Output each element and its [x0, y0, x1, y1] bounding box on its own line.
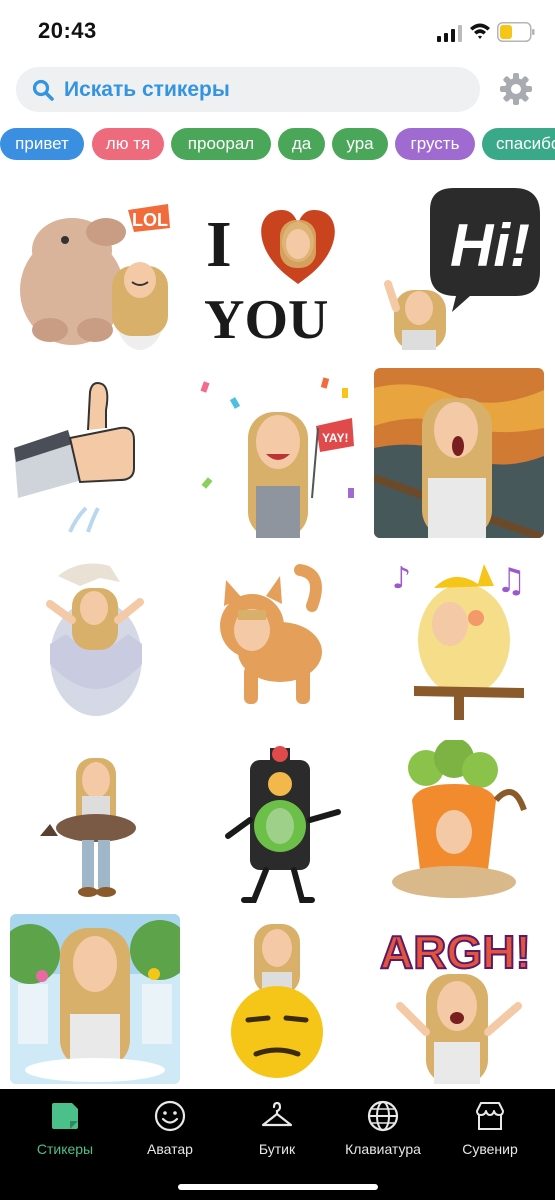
tab-label: Сувенир: [462, 1141, 518, 1157]
chip-ura[interactable]: ура: [332, 128, 388, 160]
hanger-icon: [261, 1101, 293, 1127]
smiley-icon: [154, 1100, 186, 1132]
chip-lyu-tya[interactable]: лю тя: [92, 128, 164, 160]
sticker-unamused-emoji[interactable]: [192, 914, 362, 1084]
tab-label: Аватар: [147, 1141, 193, 1157]
chip-spasibo[interactable]: спасибо: [482, 128, 555, 160]
sticker-icon: [52, 1103, 78, 1129]
sticker-traffic-light[interactable]: [192, 740, 362, 910]
svg-text:YAY!: YAY!: [322, 431, 348, 445]
shop-icon: [476, 1102, 504, 1130]
category-chips: привет лю тя проорал да ура грусть спаси…: [0, 128, 555, 162]
svg-text:LOL: LOL: [132, 210, 168, 230]
tab-avatar[interactable]: Аватар: [115, 1099, 225, 1159]
sticker-i-love-you[interactable]: I YOU: [192, 180, 362, 350]
search-placeholder: Искать стикеры: [64, 77, 230, 101]
svg-text:I: I: [206, 208, 232, 281]
search-input[interactable]: Искать стикеры: [16, 67, 480, 112]
status-time: 20:43: [38, 18, 97, 43]
wifi-icon: [470, 23, 490, 39]
sticker-yay[interactable]: YAY!: [192, 368, 362, 538]
svg-text:ARGH!: ARGH!: [380, 926, 531, 978]
status-bar: 20:43: [0, 0, 555, 62]
gear-icon[interactable]: [499, 72, 533, 106]
chip-prooral[interactable]: проорал: [171, 128, 271, 160]
tab-boutique[interactable]: Бутик: [222, 1099, 332, 1159]
svg-text:♫: ♫: [496, 561, 526, 601]
tab-keyboard[interactable]: Клавиатура: [328, 1099, 438, 1159]
tab-stickers[interactable]: Стикеры: [10, 1099, 120, 1159]
tab-label: Бутик: [258, 1141, 296, 1157]
sticker-waterfall-meditation[interactable]: [10, 914, 180, 1084]
sticker-carrot-costume[interactable]: [374, 740, 544, 910]
sticker-argh[interactable]: ARGH!: [374, 914, 544, 1084]
chip-privet[interactable]: привет: [0, 128, 84, 160]
sticker-hi-bubble[interactable]: Hi!: [374, 180, 544, 350]
svg-text:♪: ♪: [392, 561, 411, 596]
tab-label: Клавиатура: [345, 1141, 421, 1157]
chip-grust[interactable]: грусть: [395, 128, 475, 160]
battery-icon: [497, 22, 535, 42]
sticker-singing-bird[interactable]: ♪ ♫: [374, 554, 544, 724]
bitmoji-sticker-screen: 20:43 Искать стикеры привет лю тя проора…: [0, 0, 555, 1200]
sticker-cat-costume[interactable]: [192, 554, 362, 724]
sticker-thumbs-up[interactable]: [10, 368, 180, 538]
globe-icon: [367, 1100, 399, 1132]
tab-label: Стикеры: [36, 1141, 94, 1157]
search-icon: [32, 79, 54, 101]
sticker-hatching-egg[interactable]: [10, 554, 180, 724]
sticker-platypus[interactable]: [10, 740, 180, 910]
tab-souvenir[interactable]: Сувенир: [435, 1099, 545, 1159]
home-indicator: [178, 1184, 378, 1190]
svg-text:YOU: YOU: [204, 289, 328, 350]
sticker-scream-painting[interactable]: [374, 368, 544, 538]
svg-text:Hi!: Hi!: [450, 212, 530, 279]
chip-da[interactable]: да: [278, 128, 325, 160]
sticker-lol-waterbear[interactable]: LOL: [10, 180, 180, 350]
cellular-signal-icon: [437, 25, 462, 42]
